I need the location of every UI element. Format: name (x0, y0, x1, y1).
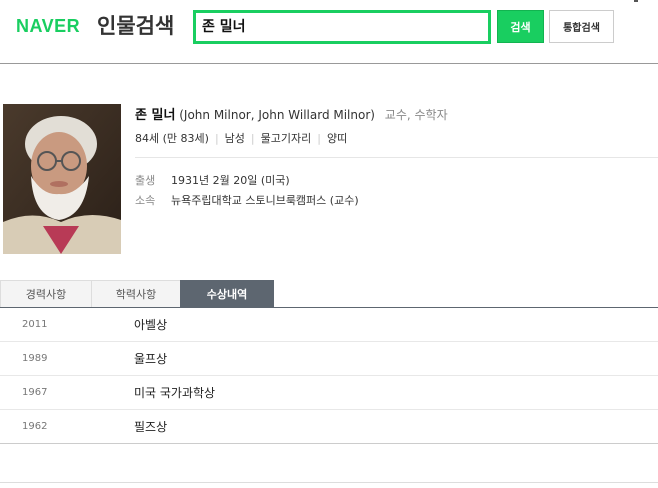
tab-awards[interactable]: 수상내역 (180, 280, 274, 307)
naver-logo[interactable]: NAVER (16, 16, 80, 37)
birth-label: 출생 (135, 174, 156, 187)
age-text: 84세 (만 83세) (135, 132, 209, 145)
person-job: 교수, 수학자 (384, 108, 448, 122)
affiliation-label: 소속 (135, 194, 156, 207)
separator: | (317, 132, 321, 145)
award-row: 1989 울프상 (0, 342, 658, 376)
tab-career[interactable]: 경력사항 (0, 280, 92, 307)
search-input[interactable] (202, 15, 472, 37)
integrated-search-button[interactable]: 통합검색 (549, 10, 614, 43)
zodiac-sign-text[interactable]: 물고기자리 (261, 132, 312, 145)
award-year: 1989 (22, 353, 48, 364)
profile-photo[interactable] (3, 104, 121, 254)
person-alt-names: (John Milnor, John Willard Milnor) (179, 108, 375, 122)
person-name-line: 존 밀너 (John Milnor, John Willard Milnor) … (135, 104, 448, 123)
person-meta: 84세 (만 83세) | 남성 | 물고기자리 | 양띠 (135, 130, 347, 146)
chinese-zodiac-text[interactable]: 양띠 (327, 132, 347, 145)
gender-text: 남성 (224, 132, 245, 145)
award-row: 1962 필즈상 (0, 410, 658, 444)
award-year: 2011 (22, 319, 48, 330)
service-title[interactable]: 인물검색 (97, 10, 174, 40)
award-row: 2011 아벨상 (0, 308, 658, 342)
list-bottom-border (0, 443, 658, 444)
tab-education[interactable]: 학력사항 (91, 280, 181, 307)
search-button[interactable]: 검색 (497, 10, 544, 43)
award-year: 1962 (22, 421, 48, 432)
award-year: 1967 (22, 387, 48, 398)
award-name[interactable]: 필즈상 (134, 418, 167, 435)
award-name[interactable]: 미국 국가과학상 (134, 384, 215, 401)
separator: | (250, 132, 255, 145)
award-name[interactable]: 울프상 (134, 350, 167, 367)
award-row: 1967 미국 국가과학상 (0, 376, 658, 410)
detail-tabs: 경력사항 학력사항 수상내역 (0, 280, 658, 308)
portrait-image (3, 104, 121, 254)
affiliation-row: 소속 뉴욕주립대학교 스토니브룩캠퍼스 (교수) (135, 192, 359, 208)
award-name[interactable]: 아벨상 (134, 316, 167, 333)
affiliation-value[interactable]: 뉴욕주립대학교 스토니브룩캠퍼스 (교수) (171, 194, 359, 207)
search-box (193, 10, 491, 44)
birth-row: 출생 1931년 2월 20일 (미국) (135, 172, 290, 188)
birth-value: 1931년 2월 20일 (미국) (171, 174, 290, 187)
separator: | (214, 132, 219, 145)
profile-divider (135, 157, 658, 158)
page-bottom-border (0, 482, 658, 483)
search-header: NAVER 인물검색 검색 통합검색 (0, 0, 658, 64)
person-name: 존 밀너 (135, 108, 176, 123)
